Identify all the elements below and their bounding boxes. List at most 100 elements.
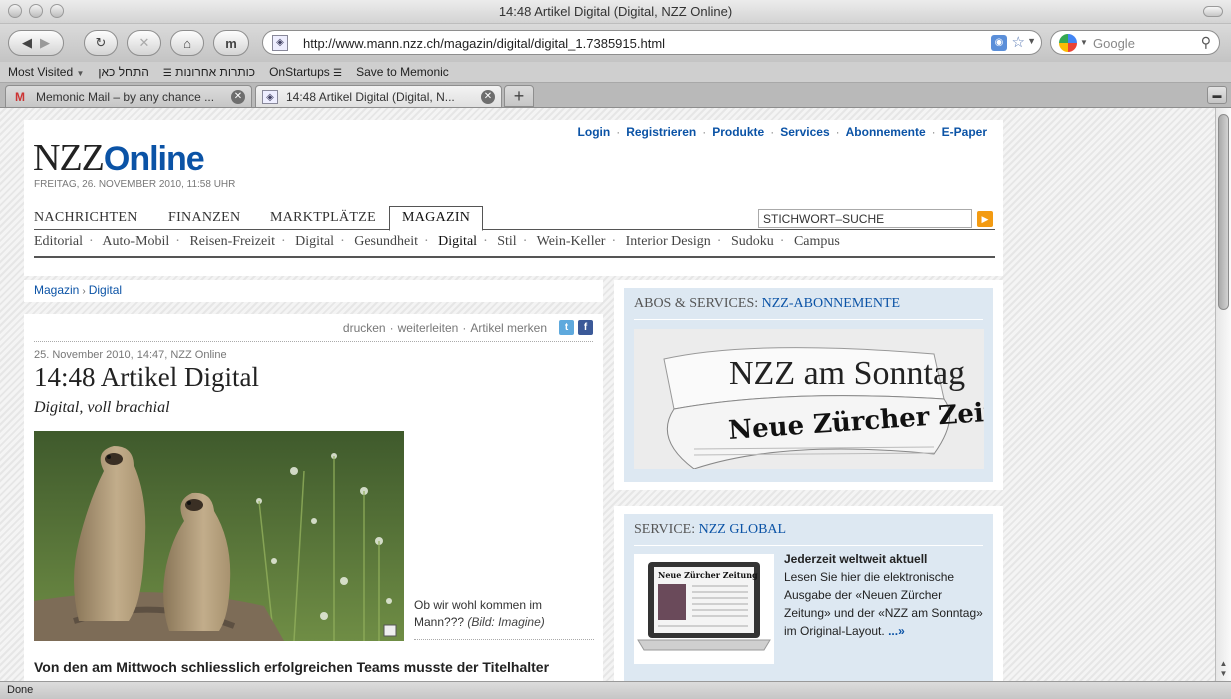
forward-arrow-icon[interactable]: ▶ <box>40 35 50 51</box>
subnav-gesundheit[interactable]: Gesundheit <box>354 234 418 249</box>
close-tab-icon[interactable]: ✕ <box>231 89 245 104</box>
breadcrumb-arrow-icon: › <box>82 286 86 297</box>
keyword-search-input[interactable]: STICHWORT–SUCHE <box>758 209 972 228</box>
subnav-stil[interactable]: Stil <box>497 234 516 249</box>
vertical-scrollbar[interactable]: ▲ ▼ <box>1215 108 1231 681</box>
products-link[interactable]: Produkte <box>712 125 764 139</box>
subscriptions-link[interactable]: Abonnemente <box>846 125 926 139</box>
stop-icon: ✕ <box>138 35 150 50</box>
forward-link[interactable]: weiterleiten <box>398 321 459 335</box>
nav-magazin[interactable]: MAGAZIN <box>389 206 484 231</box>
subnav-sudoku[interactable]: Sudoku <box>731 234 774 249</box>
list-all-tabs-button[interactable]: ▬ <box>1207 86 1227 104</box>
url-dropdown-icon[interactable]: ▼ <box>1027 36 1036 46</box>
epaper-link[interactable]: E-Paper <box>942 125 987 139</box>
back-arrow-icon[interactable]: ◀ <box>22 35 32 51</box>
abos-link[interactable]: NZZ-ABONNEMENTE <box>762 296 900 311</box>
tab-nzz-article[interactable]: ◈ 14:48 Artikel Digital (Digital, N... ✕ <box>255 85 502 107</box>
home-button[interactable]: ⌂ <box>170 30 204 56</box>
breadcrumb-digital[interactable]: Digital <box>89 283 122 297</box>
window-controls <box>8 4 64 18</box>
date-line: FREITAG, 26. NOVEMBER 2010, 11:58 UHR <box>34 179 236 190</box>
url-input[interactable]: http://www.mann.nzz.ch/magazin/digital/d… <box>303 36 665 51</box>
services-link[interactable]: Services <box>780 125 829 139</box>
nav-nachrichten[interactable]: NACHRICHTEN <box>34 210 138 226</box>
bookmark-start-here[interactable]: התחל כאן <box>98 65 148 79</box>
nav-marktplaetze[interactable]: MARKTPLÄTZE <box>270 210 376 226</box>
toolbar-toggle-button[interactable] <box>1203 6 1223 17</box>
login-link[interactable]: Login <box>578 125 611 139</box>
memonic-button[interactable]: m <box>213 30 249 56</box>
site-favicon-icon: ◈ <box>262 89 278 104</box>
nzz-global-box: SERVICE: NZZ GLOBAL Neue Zürcher Zeitung <box>614 506 1003 681</box>
photo-caption: Ob wir wohl kommen im Mann??? (Bild: Ima… <box>414 598 545 629</box>
search-go-button[interactable]: ▶ <box>977 211 993 227</box>
subnav-editorial[interactable]: Editorial <box>34 234 83 249</box>
sub-navigation: Editorial · Auto-Mobil · Reisen-Freizeit · … <box>34 234 995 258</box>
breadcrumb-magazin[interactable]: Magazin <box>34 283 79 297</box>
scroll-arrows-icon[interactable]: ▲ ▼ <box>1218 659 1229 679</box>
bookmark-onstartups[interactable]: OnStartups ☰ <box>269 65 342 79</box>
subnav-digital[interactable]: Digital <box>295 234 334 249</box>
divider <box>34 341 593 342</box>
home-icon: ⌂ <box>183 35 191 51</box>
engine-dropdown-icon[interactable]: ▼ <box>1080 38 1088 47</box>
subnav-reisen-freizeit[interactable]: Reisen-Freizeit <box>189 234 275 249</box>
bookmarks-toolbar: Most Visited ▼ התחל כאן ☰ כותרות אחרונות… <box>0 62 1231 82</box>
more-link[interactable]: ...» <box>888 624 905 638</box>
window-title: 14:48 Artikel Digital (Digital, NZZ Onli… <box>498 4 733 19</box>
bookmark-save-to-memonic[interactable]: Save to Memonic <box>356 65 449 79</box>
global-title: Jederzeit weltweit aktuell <box>784 552 928 566</box>
site-logo[interactable]: NZZOnline <box>33 136 205 180</box>
laptop-illustration: Neue Zürcher Zeitung <box>634 554 774 664</box>
bookmark-star-icon[interactable]: ☆ <box>1012 33 1025 51</box>
global-link[interactable]: NZZ GLOBAL <box>699 522 787 537</box>
new-tab-button[interactable]: + <box>504 85 534 107</box>
back-forward-buttons[interactable]: ◀ ▶ <box>8 30 64 56</box>
close-window-button[interactable] <box>8 4 22 18</box>
status-bar: Done <box>0 681 1231 699</box>
memonic-icon: m <box>225 35 237 51</box>
zoom-window-button[interactable] <box>50 4 64 18</box>
newspaper-image[interactable]: NZZ am Sonntag Neue Zürcher Zeitung <box>634 329 984 469</box>
scrollbar-thumb[interactable] <box>1218 114 1229 310</box>
abos-heading: ABOS & SERVICES: NZZ-ABONNEMENTE <box>634 296 901 311</box>
epaper-laptop-image[interactable]: Neue Zürcher Zeitung <box>634 554 774 664</box>
facebook-icon[interactable]: f <box>578 320 593 335</box>
minimize-window-button[interactable] <box>29 4 43 18</box>
subnav-interior-design[interactable]: Interior Design <box>626 234 711 249</box>
tab-memonic-mail[interactable]: M Memonic Mail – by any chance ... ✕ <box>5 85 252 107</box>
global-heading: SERVICE: NZZ GLOBAL <box>634 522 787 537</box>
search-bar[interactable]: ▼ Google ⚲ <box>1050 30 1220 55</box>
abos-services-box: ABOS & SERVICES: NZZ-ABONNEMENTE NZZ am … <box>614 280 1003 490</box>
status-text: Done <box>7 684 34 696</box>
subnav-wein-keller[interactable]: Wein-Keller <box>537 234 606 249</box>
twitter-icon[interactable]: t <box>559 320 574 335</box>
article-lead: Von den am Mittwoch schliesslich erfolgr… <box>34 659 550 675</box>
print-link[interactable]: drucken <box>343 321 386 335</box>
stop-button[interactable]: ✕ <box>127 30 161 56</box>
search-input[interactable]: Google <box>1093 36 1135 51</box>
register-link[interactable]: Registrieren <box>626 125 696 139</box>
tab-bar: M Memonic Mail – by any chance ... ✕ ◈ 1… <box>0 82 1231 108</box>
subnav-auto-mobil[interactable]: Auto-Mobil <box>102 234 169 249</box>
subnav-campus[interactable]: Campus <box>794 234 840 249</box>
paper-title-top: NZZ am Sonntag <box>729 355 965 392</box>
article-meta: 25. November 2010, 14:47, NZZ Online <box>34 349 227 361</box>
site-favicon-icon: ◈ <box>272 35 288 51</box>
bookmark-most-visited[interactable]: Most Visited ▼ <box>8 65 84 79</box>
divider <box>414 639 594 640</box>
url-bar[interactable]: ◈ http://www.mann.nzz.ch/magazin/digital… <box>262 30 1042 55</box>
google-engine-icon[interactable] <box>1059 34 1077 52</box>
bookmark-latest-headlines[interactable]: ☰ כותרות אחרונות <box>163 65 255 79</box>
article-tools: drucken · weiterleiten · Artikel merken t … <box>343 320 593 335</box>
close-tab-icon[interactable]: ✕ <box>481 89 495 104</box>
divider <box>634 545 983 546</box>
reload-button[interactable]: ↻ <box>84 30 118 56</box>
meerkat-photo[interactable] <box>34 431 404 641</box>
bookmark-article-link[interactable]: Artikel merken <box>470 321 547 335</box>
search-icon[interactable]: ⚲ <box>1201 34 1211 51</box>
subnav-digital-active[interactable]: Digital <box>438 234 477 249</box>
nav-finanzen[interactable]: FINANZEN <box>168 210 240 226</box>
rss-icon[interactable]: ◉ <box>991 35 1007 51</box>
